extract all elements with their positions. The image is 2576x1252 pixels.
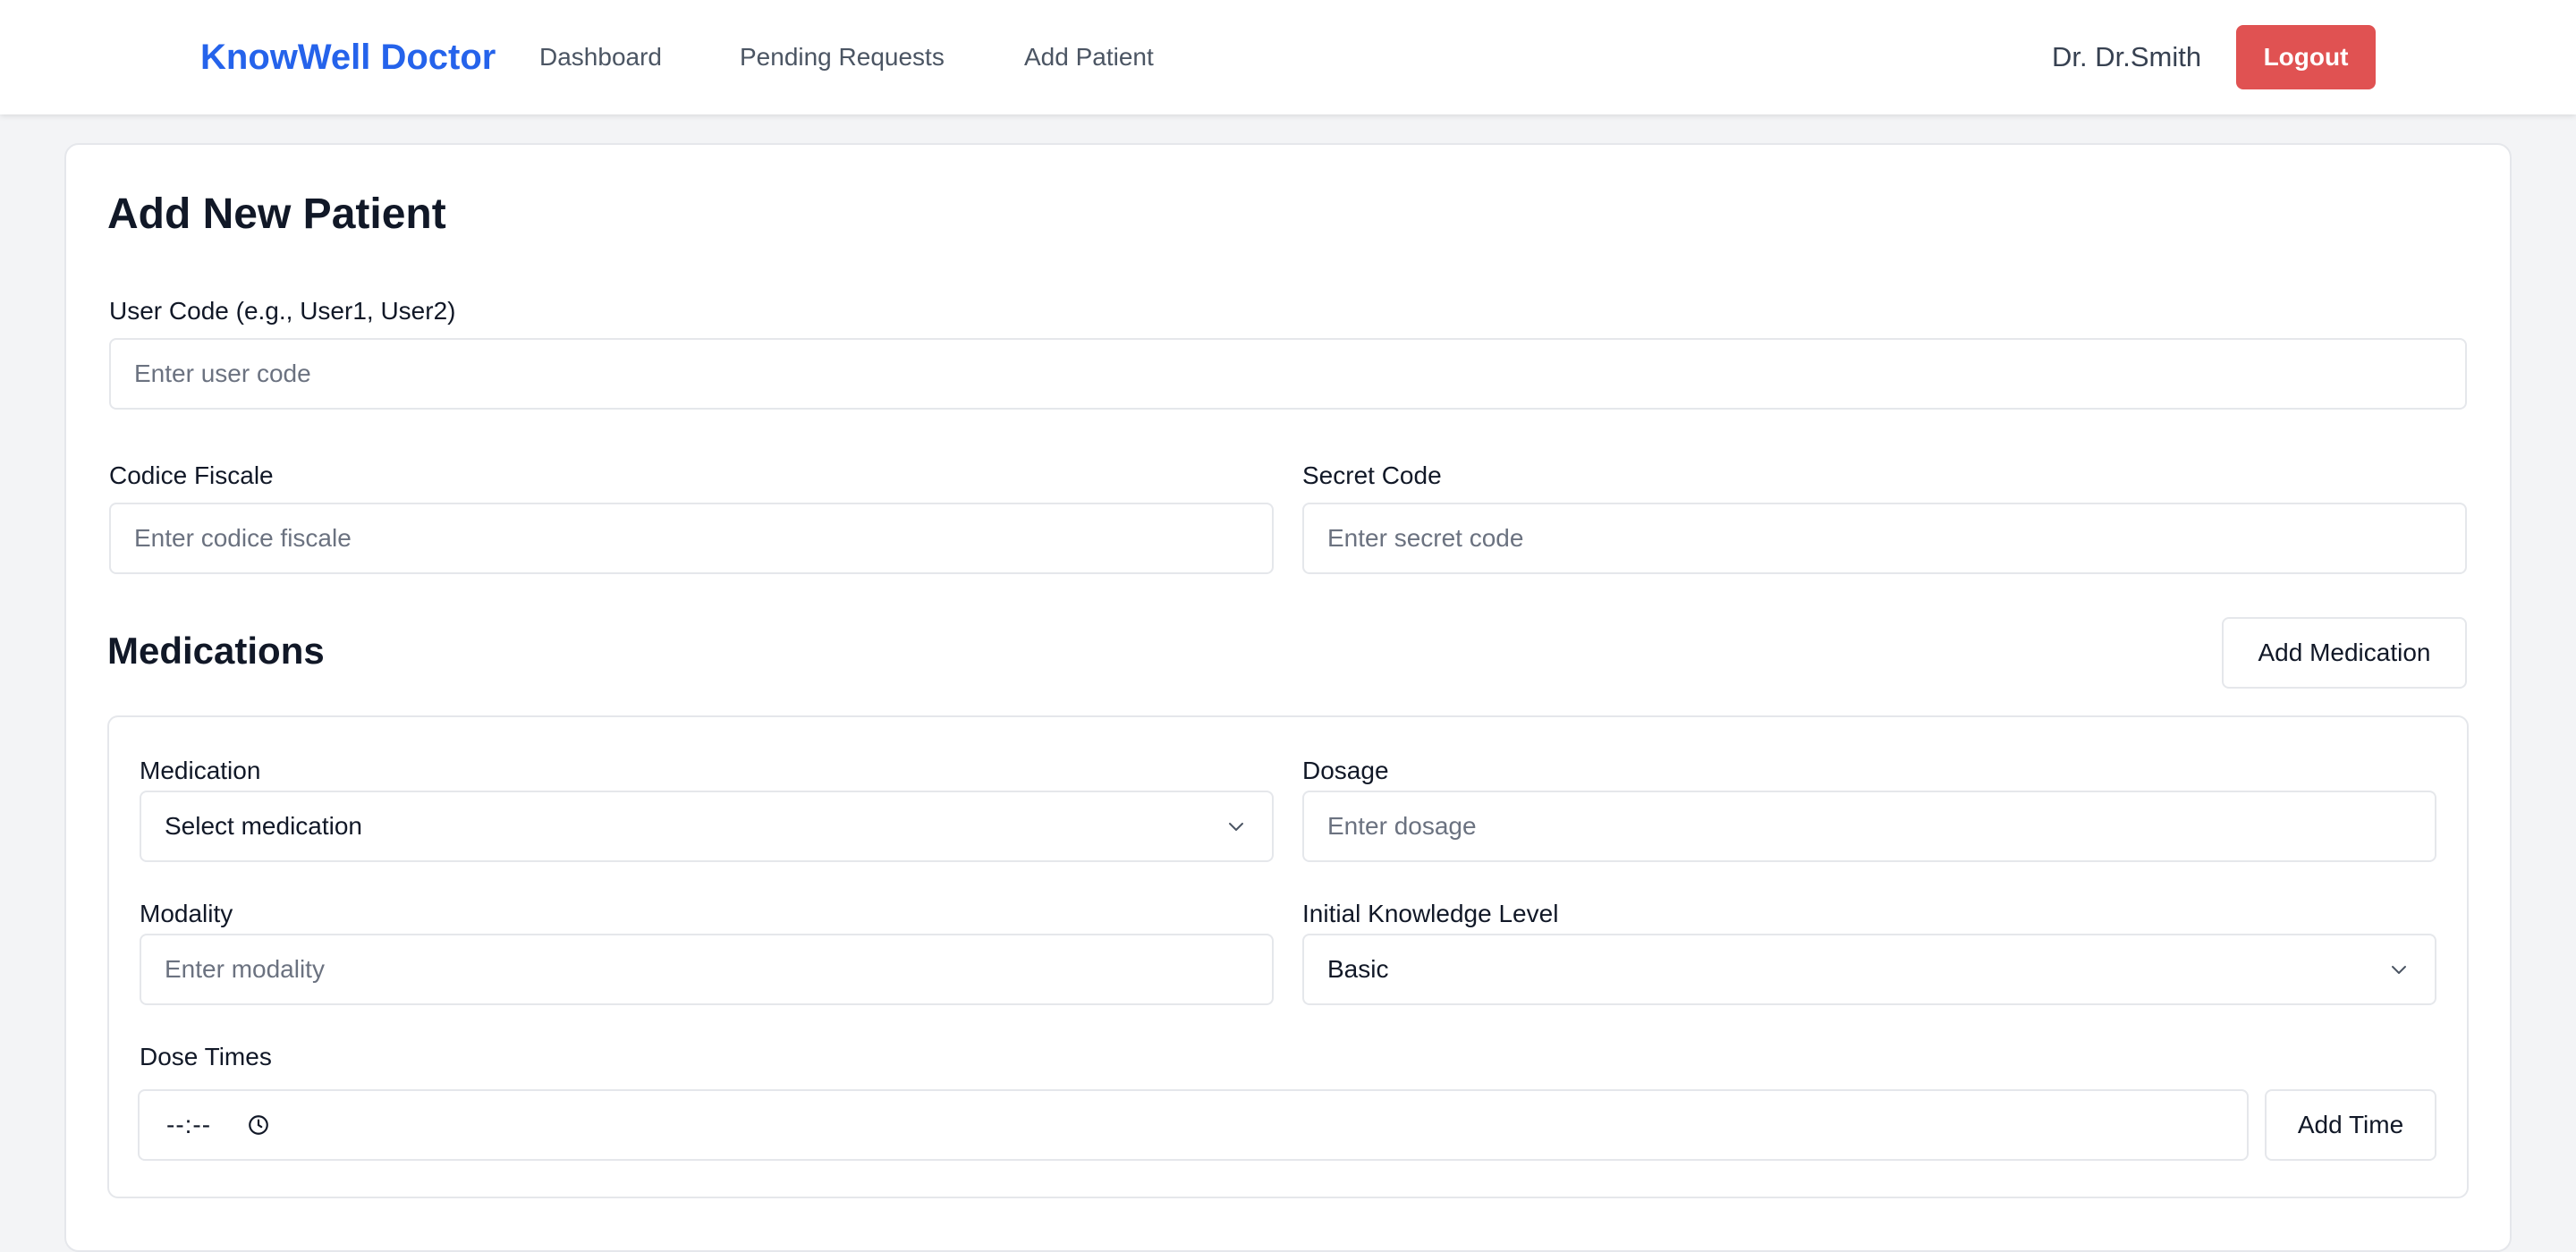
knowledge-level-label: Initial Knowledge Level — [1302, 900, 1559, 927]
add-medication-button[interactable]: Add Medication — [2222, 617, 2467, 689]
brand-logo[interactable]: KnowWell Doctor — [200, 0, 496, 114]
modality-label: Modality — [140, 900, 233, 927]
dose-times-label: Dose Times — [140, 1043, 272, 1070]
knowledge-level-select[interactable]: Basic — [1302, 934, 2436, 1005]
user-code-label: User Code (e.g., User1, User2) — [109, 297, 456, 325]
medication-select-value: Select medication — [165, 812, 363, 840]
page-title: Add New Patient — [107, 190, 446, 238]
secret-code-input[interactable] — [1302, 503, 2467, 574]
logout-button[interactable]: Logout — [2236, 25, 2376, 89]
user-name: Dr. Dr.Smith — [2052, 41, 2202, 72]
medications-title: Medications — [107, 630, 325, 672]
add-time-button[interactable]: Add Time — [2265, 1089, 2436, 1161]
secret-code-label: Secret Code — [1302, 461, 1442, 489]
dose-time-input[interactable]: --:-- — [138, 1089, 2249, 1161]
chevron-down-icon — [2386, 957, 2411, 982]
chevron-down-icon — [1224, 814, 1249, 839]
user-code-input[interactable] — [109, 338, 2467, 410]
modality-input[interactable] — [140, 934, 1274, 1005]
knowledge-level-value: Basic — [1327, 955, 1389, 983]
codice-fiscale-input[interactable] — [109, 503, 1274, 574]
nav-pending-requests[interactable]: Pending Requests — [740, 0, 945, 114]
codice-fiscale-label: Codice Fiscale — [109, 461, 274, 489]
dose-time-value: --:-- — [166, 1111, 212, 1138]
medication-select[interactable]: Select medication — [140, 791, 1274, 862]
clock-icon[interactable] — [247, 1112, 274, 1138]
dosage-label: Dosage — [1302, 757, 1389, 784]
top-navbar: KnowWell Doctor Dashboard Pending Reques… — [0, 0, 2576, 114]
medication-label: Medication — [140, 757, 261, 784]
nav-add-patient[interactable]: Add Patient — [1024, 0, 1154, 114]
nav-dashboard[interactable]: Dashboard — [539, 0, 662, 114]
dosage-input[interactable] — [1302, 791, 2436, 862]
